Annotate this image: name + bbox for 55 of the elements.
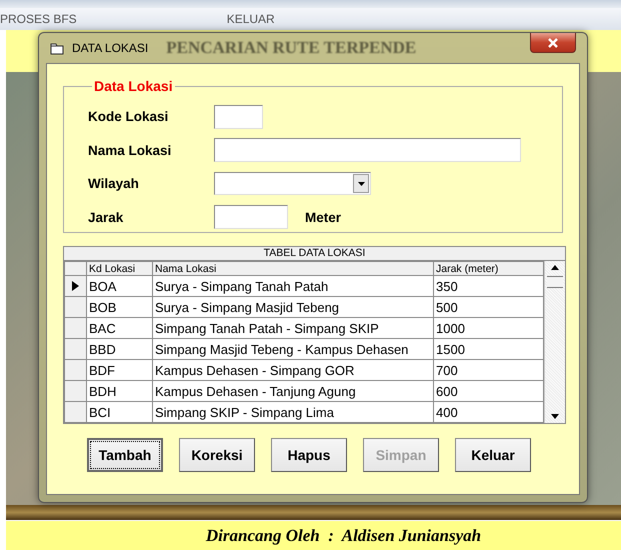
credit-text: Dirancang Oleh : Aldisen Juniansyah xyxy=(206,526,482,546)
menu-item[interactable]: PROSES BFS xyxy=(0,12,77,26)
menu-item[interactable]: KELUAR xyxy=(226,12,275,26)
window-title: DATA LOKASI xyxy=(72,41,148,55)
dropdown-field[interactable] xyxy=(214,172,371,196)
input-field[interactable] xyxy=(214,138,521,162)
row-pointer-icon xyxy=(72,280,79,290)
table-cell: BOB xyxy=(86,296,152,318)
action-button[interactable]: Koreksi xyxy=(179,438,255,472)
scroll-up-icon[interactable] xyxy=(551,265,559,270)
table-caption: TABEL DATA LOKASI xyxy=(64,247,565,261)
field-label: Nama Lokasi xyxy=(88,142,172,158)
input-field[interactable] xyxy=(214,205,288,230)
table-cell: BOA xyxy=(86,276,152,296)
column-header[interactable]: Kd Lokasi xyxy=(86,262,152,276)
caret-icon xyxy=(358,182,364,186)
table-cell: Kampus Dehasen - Tanjung Agung xyxy=(152,380,434,402)
table-cell: BAC xyxy=(86,318,152,338)
column-header[interactable]: Jarak (meter) xyxy=(434,262,544,276)
column-header[interactable]: Nama Lokasi xyxy=(152,262,434,276)
table-cell: Simpang Tanah Patah - Simpang SKIP xyxy=(152,318,434,338)
table-cell: Simpang Masjid Tebeng - Kampus Dehasen xyxy=(152,338,434,360)
unit-label: Meter xyxy=(305,210,342,225)
table-cell: 350 xyxy=(434,276,544,296)
scrollbar[interactable] xyxy=(544,261,565,423)
table-cell: 400 xyxy=(434,402,544,422)
table-cell: BBD xyxy=(86,338,152,360)
row-selector[interactable] xyxy=(64,276,86,296)
table-cell: BDH xyxy=(86,380,152,402)
table-cell: 600 xyxy=(434,380,544,402)
table-cell: 500 xyxy=(434,296,544,318)
table-cell: BCI xyxy=(86,402,152,422)
field-label: Jarak xyxy=(88,210,124,225)
table-cell: Surya - Simpang Tanah Patah xyxy=(152,276,434,296)
action-button[interactable]: Hapus xyxy=(271,438,347,472)
table-cell: Surya - Simpang Masjid Tebeng xyxy=(152,296,434,318)
close-icon xyxy=(547,38,559,48)
table-cell: 700 xyxy=(434,360,544,380)
action-button[interactable]: Tambah xyxy=(87,438,163,472)
group-title: Data Lokasi xyxy=(93,78,174,94)
field-label: Wilayah xyxy=(88,176,140,192)
field-label: Kode Lokasi xyxy=(88,109,170,124)
table-cell: 1500 xyxy=(434,338,544,360)
background-title: PENCARIAN RUTE TERPENDE xyxy=(166,38,416,58)
table-cell: 1000 xyxy=(434,318,544,338)
table-cell: Simpang SKIP - Simpang Lima xyxy=(152,402,434,422)
scroll-thumb[interactable] xyxy=(547,276,563,288)
close-button[interactable] xyxy=(530,33,576,53)
input-field[interactable] xyxy=(214,104,263,129)
scroll-down-icon[interactable] xyxy=(551,414,559,419)
dropdown-button[interactable] xyxy=(353,174,369,194)
action-button[interactable]: Keluar xyxy=(455,438,531,472)
table-cell: Kampus Dehasen - Simpang GOR xyxy=(152,360,434,380)
window-icon xyxy=(50,42,64,54)
table-cell: BDF xyxy=(86,360,152,380)
